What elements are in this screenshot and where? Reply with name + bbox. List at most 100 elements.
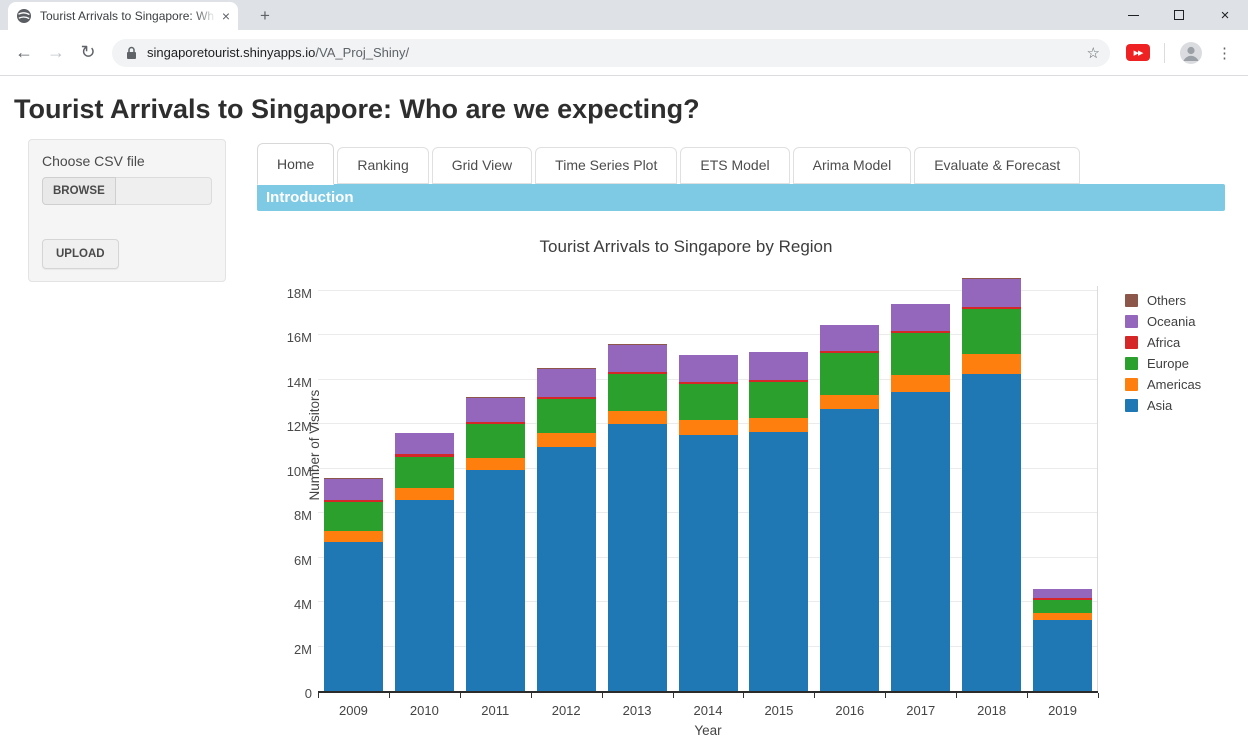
bar-segment-americas-2013[interactable] (608, 411, 667, 424)
x-tick-label: 2016 (835, 703, 864, 718)
tab-time-series-plot[interactable]: Time Series Plot (535, 147, 677, 184)
y-tick-label: 6M (294, 553, 312, 568)
bar-segment-asia-2014[interactable] (679, 435, 738, 691)
bar-segment-europe-2010[interactable] (395, 457, 454, 488)
bar-segment-asia-2011[interactable] (466, 470, 525, 691)
bar-2009[interactable] (324, 478, 383, 691)
bar-segment-europe-2009[interactable] (324, 502, 383, 531)
legend-item-africa[interactable]: Africa (1125, 335, 1225, 350)
bar-segment-oceania-2010[interactable] (395, 433, 454, 454)
bookmark-star-icon[interactable]: ☆ (1087, 44, 1100, 62)
bar-segment-oceania-2015[interactable] (749, 352, 808, 380)
window-minimize-button[interactable] (1110, 0, 1156, 30)
y-tick-label: 8M (294, 508, 312, 523)
bar-2017[interactable] (891, 304, 950, 691)
tab-evaluate-forecast[interactable]: Evaluate & Forecast (914, 147, 1080, 184)
bar-segment-oceania-2012[interactable] (537, 369, 596, 397)
new-tab-button[interactable]: + (252, 6, 278, 30)
bar-segment-asia-2010[interactable] (395, 500, 454, 691)
x-axis-tick (885, 693, 886, 698)
profile-avatar-icon[interactable] (1179, 41, 1203, 65)
bar-segment-americas-2014[interactable] (679, 420, 738, 436)
legend-label: Asia (1147, 398, 1172, 413)
browser-menu-icon[interactable]: ⋮ (1217, 44, 1232, 62)
back-button[interactable]: ← (8, 42, 40, 63)
bar-segment-asia-2018[interactable] (962, 374, 1021, 691)
bar-segment-europe-2012[interactable] (537, 399, 596, 433)
bar-2012[interactable] (537, 368, 596, 691)
bar-segment-europe-2015[interactable] (749, 382, 808, 418)
upload-button[interactable]: UPLOAD (42, 239, 119, 269)
bar-segment-asia-2015[interactable] (749, 432, 808, 691)
bar-segment-americas-2016[interactable] (820, 395, 879, 408)
bar-segment-asia-2013[interactable] (608, 424, 667, 691)
bar-segment-americas-2010[interactable] (395, 488, 454, 500)
x-axis-tick (743, 693, 744, 698)
tab-bar: HomeRankingGrid ViewTime Series PlotETS … (257, 139, 1225, 184)
bar-2019[interactable] (1033, 589, 1092, 691)
bar-2013[interactable] (608, 344, 667, 691)
bar-segment-americas-2018[interactable] (962, 354, 1021, 374)
bar-segment-asia-2019[interactable] (1033, 620, 1092, 691)
legend-item-oceania[interactable]: Oceania (1125, 314, 1225, 329)
legend-item-europe[interactable]: Europe (1125, 356, 1225, 371)
bar-segment-asia-2017[interactable] (891, 392, 950, 691)
tab-ets-model[interactable]: ETS Model (680, 147, 789, 184)
browser-tab[interactable]: Tourist Arrivals to Singapore: Wh × (8, 2, 238, 30)
tab-arima-model[interactable]: Arima Model (793, 147, 912, 184)
x-axis-tick (814, 693, 815, 698)
bar-segment-americas-2017[interactable] (891, 375, 950, 392)
url-text: singaporetourist.shinyapps.io/VA_Proj_Sh… (147, 45, 1087, 60)
legend-item-americas[interactable]: Americas (1125, 377, 1225, 392)
bar-2018[interactable] (962, 278, 1021, 691)
window-maximize-button[interactable] (1156, 0, 1202, 30)
bar-segment-europe-2018[interactable] (962, 309, 1021, 355)
bar-segment-asia-2012[interactable] (537, 447, 596, 691)
tab-ranking[interactable]: Ranking (337, 147, 428, 184)
bar-segment-oceania-2014[interactable] (679, 355, 738, 382)
bar-segment-europe-2014[interactable] (679, 384, 738, 420)
bar-2014[interactable] (679, 355, 738, 691)
bar-segment-oceania-2016[interactable] (820, 325, 879, 351)
forward-button[interactable]: → (40, 42, 72, 63)
bar-segment-asia-2016[interactable] (820, 409, 879, 691)
bar-2011[interactable] (466, 397, 525, 691)
bar-segment-europe-2017[interactable] (891, 333, 950, 375)
x-axis-tick (673, 693, 674, 698)
bar-2010[interactable] (395, 433, 454, 691)
tab-close-icon[interactable]: × (222, 9, 230, 23)
bar-segment-europe-2019[interactable] (1033, 600, 1092, 613)
bar-segment-europe-2013[interactable] (608, 374, 667, 411)
file-name-field[interactable] (116, 177, 212, 205)
bar-segment-americas-2012[interactable] (537, 433, 596, 446)
bar-segment-europe-2011[interactable] (466, 424, 525, 457)
window-close-button[interactable]: × (1202, 0, 1248, 30)
bar-segment-oceania-2017[interactable] (891, 304, 950, 331)
browse-button[interactable]: BROWSE (42, 177, 116, 205)
bar-segment-americas-2015[interactable] (749, 418, 808, 432)
bar-segment-oceania-2013[interactable] (608, 345, 667, 372)
bar-2015[interactable] (749, 352, 808, 691)
legend-label: Oceania (1147, 314, 1195, 329)
plot-area[interactable]: 2009201020112012201320142015201620172018… (318, 293, 1098, 693)
chart-title: Tourist Arrivals to Singapore by Region (257, 237, 1225, 257)
bar-2016[interactable] (820, 325, 879, 691)
tab-home[interactable]: Home (257, 143, 334, 185)
youtube-extension-icon[interactable]: ▶▶ (1126, 44, 1150, 61)
bar-segment-oceania-2009[interactable] (324, 479, 383, 500)
bar-segment-oceania-2011[interactable] (466, 398, 525, 422)
bar-segment-oceania-2019[interactable] (1033, 589, 1092, 598)
bar-segment-americas-2011[interactable] (466, 458, 525, 470)
bar-segment-asia-2009[interactable] (324, 542, 383, 691)
bar-segment-americas-2009[interactable] (324, 531, 383, 542)
bar-segment-europe-2016[interactable] (820, 353, 879, 395)
tab-grid-view[interactable]: Grid View (432, 147, 532, 184)
bar-segment-oceania-2018[interactable] (962, 279, 1021, 307)
y-tick-label: 12M (287, 419, 312, 434)
legend-item-asia[interactable]: Asia (1125, 398, 1225, 413)
y-axis-tick-labels: 02M4M6M8M10M12M14M16M18M (281, 293, 318, 693)
url-bar[interactable]: singaporetourist.shinyapps.io/VA_Proj_Sh… (112, 39, 1110, 67)
bar-segment-americas-2019[interactable] (1033, 613, 1092, 620)
reload-button[interactable]: ↻ (72, 42, 104, 63)
legend-item-others[interactable]: Others (1125, 293, 1225, 308)
